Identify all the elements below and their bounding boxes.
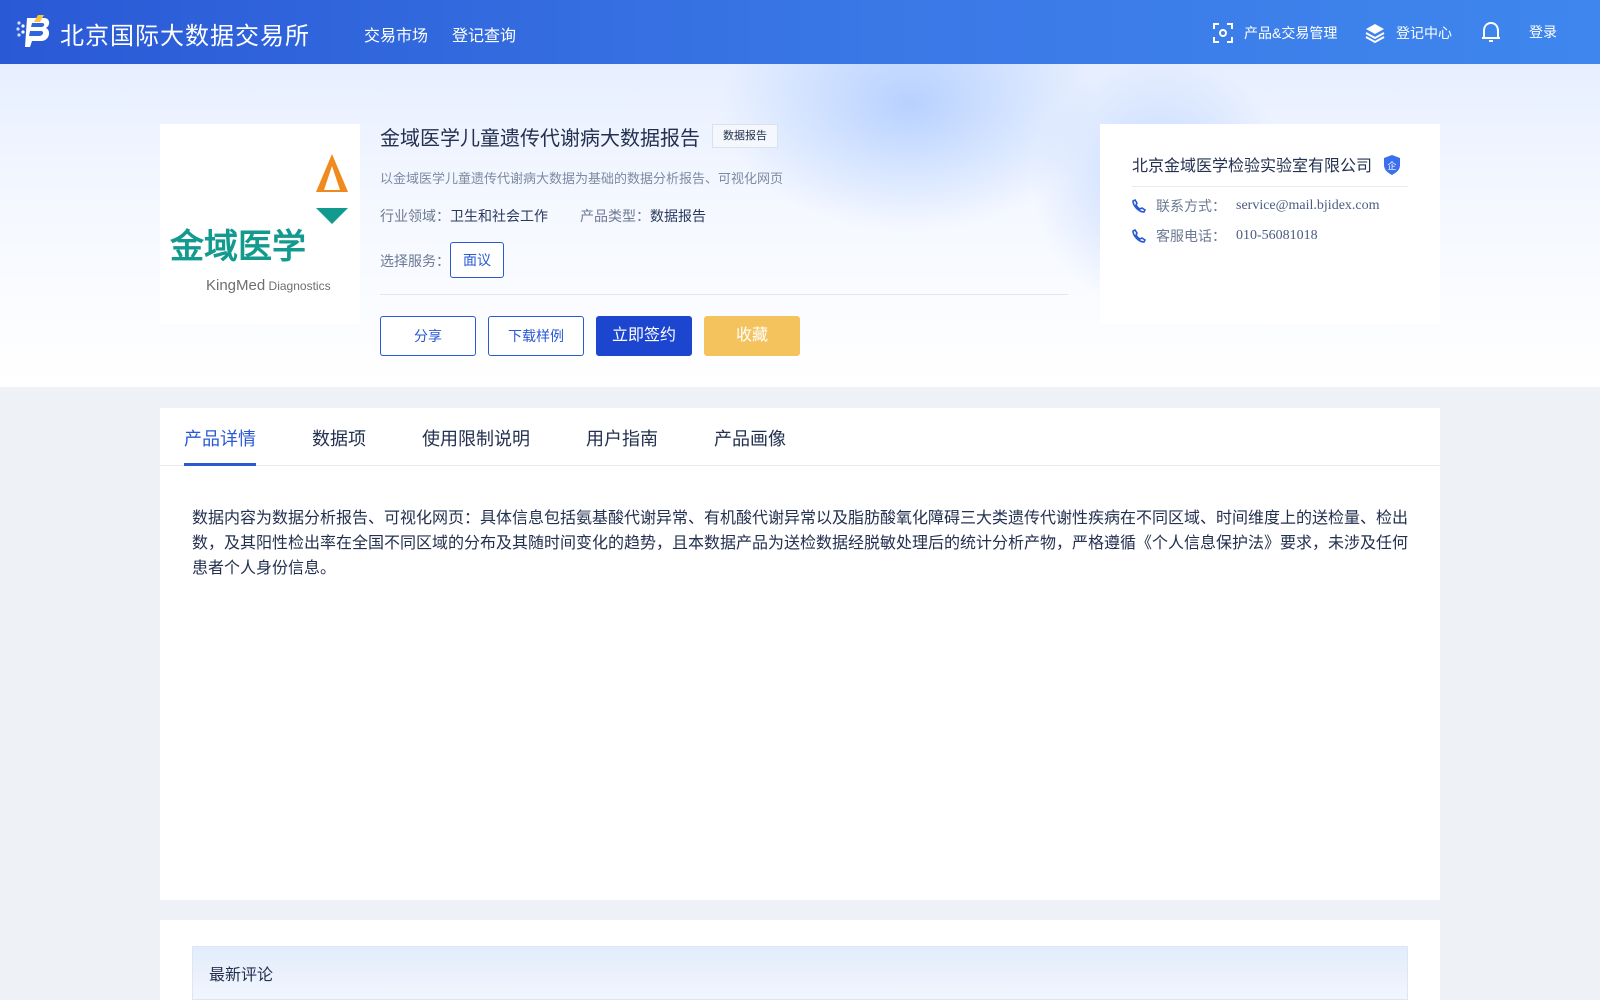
product-detail-panel: 产品详情 数据项 使用限制说明 用户指南 产品画像 数据内容为数据分析报告、可视…	[160, 408, 1440, 900]
comments-title: 最新评论	[209, 967, 274, 984]
comments-section: 最新评论	[160, 920, 1440, 1000]
share-button[interactable]: 分享	[380, 316, 476, 356]
scan-focus-icon	[1213, 23, 1233, 43]
service-phone: 010-56081018	[1236, 228, 1318, 243]
top-navigation-bar: 北京国际大数据交易所 交易市场 登记查询 产品&交易管理 登记中心 登录	[0, 0, 1600, 64]
svg-text:KingMed Diagnostics: KingMed Diagnostics	[206, 277, 331, 294]
tab-product-profile[interactable]: 产品画像	[714, 425, 786, 451]
service-phone-row: 客服电话： 010-56081018	[1132, 226, 1318, 246]
sign-now-button[interactable]: 立即签约	[596, 316, 692, 356]
phone-label: 客服电话：	[1156, 228, 1226, 244]
comments-header: 最新评论	[192, 946, 1408, 1000]
product-type-label: 产品类型：	[580, 208, 650, 224]
enterprise-badge-text: 企	[1387, 160, 1396, 172]
product-type-field: 产品类型：数据报告	[580, 206, 706, 226]
tab-data-items[interactable]: 数据项	[312, 425, 366, 451]
service-option-negotiable[interactable]: 面议	[450, 242, 504, 278]
company-divider	[1132, 186, 1408, 187]
phone-icon	[1132, 199, 1146, 213]
product-detail-text: 数据内容为数据分析报告、可视化网页：具体信息包括氨基酸代谢异常、有机酸代谢异常以…	[192, 510, 1409, 577]
tab-user-guide[interactable]: 用户指南	[586, 425, 658, 451]
provider-company-card: 北京金域医学检验实验室有限公司 企 联系方式： service@mail.bji…	[1100, 124, 1440, 324]
product-type-value: 数据报告	[650, 208, 706, 224]
product-title: 金域医学儿童遗传代谢病大数据报告	[380, 128, 700, 150]
nav-trading-market[interactable]: 交易市场	[364, 22, 428, 46]
verified-enterprise-shield-icon: 企	[1384, 155, 1400, 175]
service-label: 选择服务：	[380, 253, 450, 269]
product-type-tag: 数据报告	[712, 124, 778, 148]
nav-product-trade-management[interactable]: 产品&交易管理	[1212, 22, 1337, 44]
nav-registration-query[interactable]: 登记查询	[452, 22, 516, 46]
tab-product-details[interactable]: 产品详情	[184, 425, 256, 451]
industry-label: 行业领域：	[380, 208, 450, 224]
favorite-button[interactable]: 收藏	[704, 316, 800, 356]
nav-registration-center[interactable]: 登记中心	[1364, 22, 1452, 44]
industry-field: 行业领域：卫生和社会工作	[380, 206, 548, 226]
nav-product-trade-management-label: 产品&交易管理	[1244, 25, 1338, 41]
industry-value: 卫生和社会工作	[450, 208, 548, 224]
detail-tabs: 产品详情 数据项 使用限制说明 用户指南 产品画像	[160, 408, 1440, 466]
site-title[interactable]: 北京国际大数据交易所	[60, 16, 310, 51]
svg-text:金域医学: 金域医学	[169, 227, 306, 267]
bjidex-logo-icon[interactable]	[16, 14, 52, 48]
product-description: 以金域医学儿童遗传代谢病大数据为基础的数据分析报告、可视化网页	[380, 171, 784, 186]
layers-icon	[1365, 24, 1385, 44]
company-name[interactable]: 北京金域医学检验实验室有限公司	[1132, 152, 1372, 176]
contact-email[interactable]: service@mail.bjidex.com	[1236, 198, 1380, 214]
contact-email-row: 联系方式： service@mail.bjidex.com	[1132, 196, 1380, 216]
phone-icon	[1132, 229, 1146, 243]
bell-notification-icon[interactable]	[1480, 20, 1502, 44]
product-logo-card: 金域医学 KingMed Diagnostics	[160, 124, 360, 324]
nav-registration-center-label: 登记中心	[1396, 25, 1452, 41]
tab-usage-restrictions[interactable]: 使用限制说明	[422, 425, 530, 451]
kingmed-logo: 金域医学 KingMed Diagnostics	[169, 154, 348, 294]
hero-divider	[380, 294, 1068, 295]
contact-label: 联系方式：	[1156, 198, 1226, 214]
login-link[interactable]: 登录	[1529, 22, 1557, 42]
download-sample-button[interactable]: 下载样例	[488, 316, 584, 356]
active-tab-indicator	[184, 463, 256, 466]
